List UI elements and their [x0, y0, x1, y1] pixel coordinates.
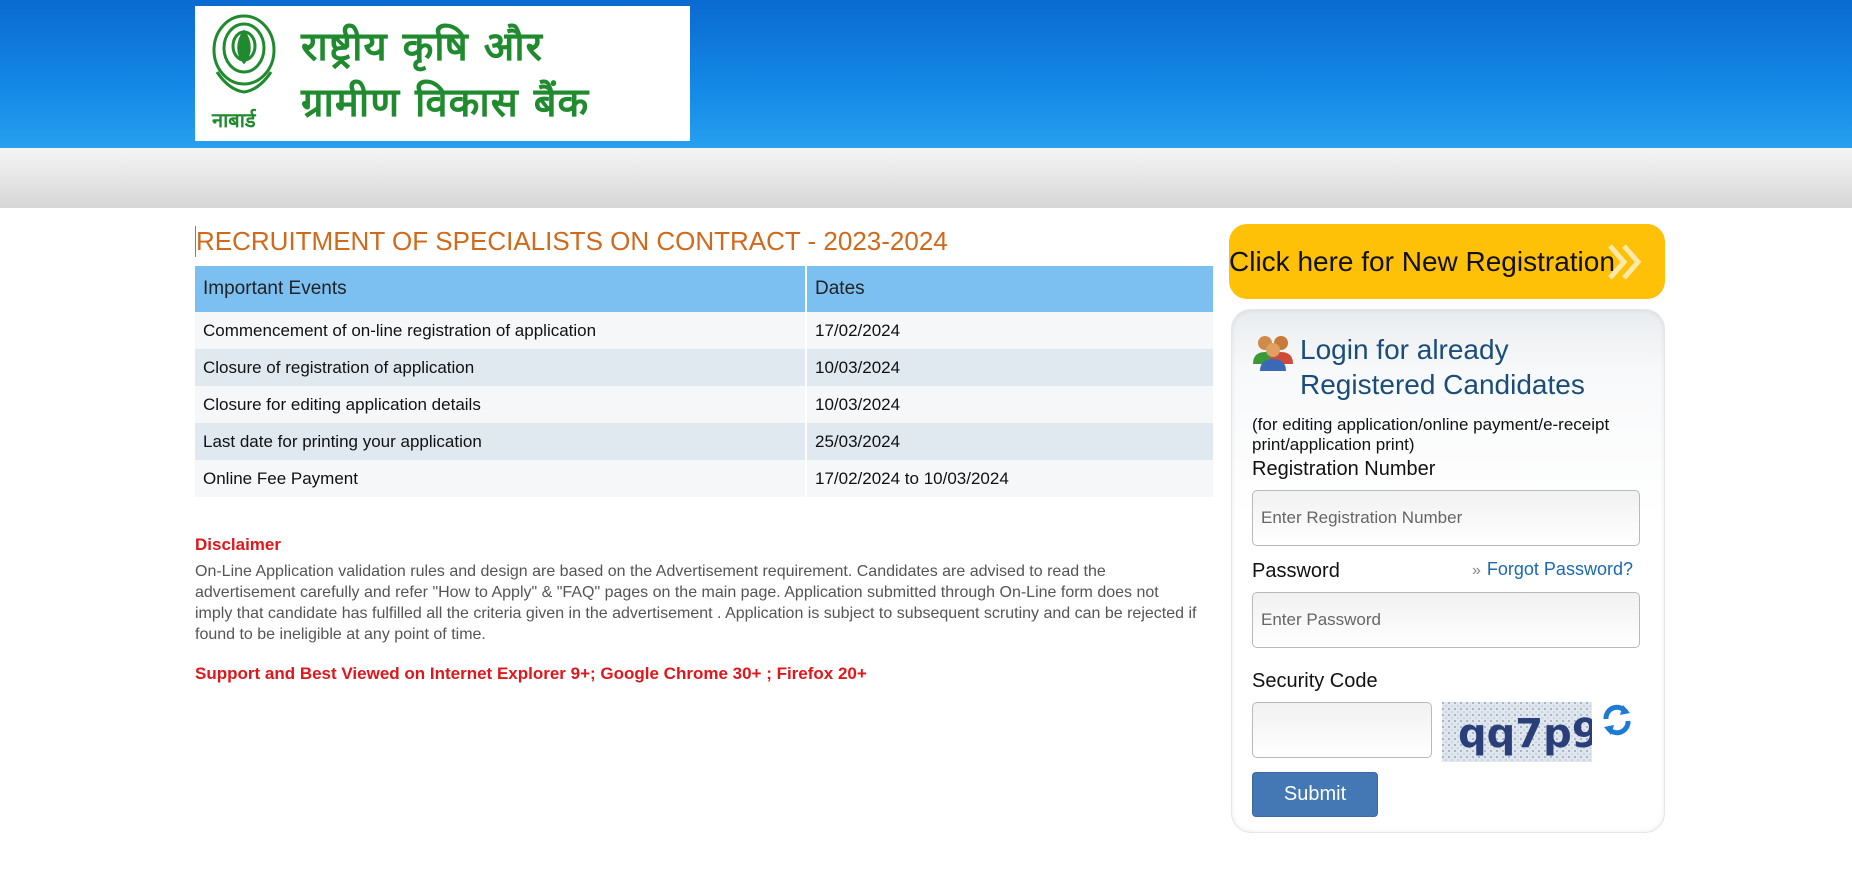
event-name: Closure of registration of application [195, 349, 807, 386]
submit-button[interactable]: Submit [1252, 772, 1378, 817]
refresh-captcha-icon[interactable] [1601, 703, 1633, 737]
login-title: Login for already Registered Candidates [1300, 332, 1640, 402]
users-icon [1253, 336, 1293, 371]
forgot-password-link[interactable]: » Forgot Password? [1472, 559, 1633, 580]
column-header-events: Important Events [195, 266, 807, 312]
double-chevron-right-icon: » [1472, 562, 1481, 579]
security-code-label: Security Code [1252, 670, 1378, 692]
registration-number-label: Registration Number [1252, 458, 1436, 480]
password-label: Password [1252, 560, 1340, 582]
login-panel: Login for already Registered Candidates … [1231, 309, 1665, 833]
disclaimer-text: On-Line Application validation rules and… [195, 563, 1197, 643]
nabard-logo[interactable]: नाबार्ड राष्ट्रीय कृषि और ग्रामीण विकास … [195, 6, 690, 141]
site-header: नाबार्ड राष्ट्रीय कृषि और ग्रामीण विकास … [0, 0, 1852, 148]
double-chevron-right-icon [1608, 244, 1642, 280]
login-subtitle: (for editing application/online payment/… [1252, 415, 1610, 454]
event-date: 17/02/2024 [806, 312, 1215, 349]
login-title-line-1: Login for already [1300, 334, 1509, 365]
login-title-line-2: Registered Candidates [1300, 369, 1585, 400]
page-title: RECRUITMENT OF SPECIALISTS ON CONTRACT -… [195, 226, 948, 257]
registration-number-input[interactable] [1252, 490, 1640, 546]
event-name: Online Fee Payment [195, 460, 807, 497]
table-row: Online Fee Payment 17/02/2024 to 10/03/2… [195, 460, 1215, 497]
nabard-emblem-icon [212, 14, 276, 94]
table-row: Closure for editing application details … [195, 386, 1215, 423]
captcha-image: qq7p9 [1442, 702, 1600, 762]
important-events-table: Important Events Dates Commencement of o… [195, 266, 1215, 497]
column-header-dates: Dates [806, 266, 1215, 312]
event-date: 25/03/2024 [806, 423, 1215, 460]
new-registration-button[interactable]: Click here for New Registration [1229, 224, 1665, 299]
table-row: Last date for printing your application … [195, 423, 1215, 460]
logo-short-name: नाबार्ड [212, 108, 256, 132]
disclaimer-title: Disclaimer [195, 535, 281, 554]
event-name: Last date for printing your application [195, 423, 807, 460]
forgot-password-text: Forgot Password? [1486, 559, 1633, 579]
captcha-text: qq7p9 [1458, 711, 1592, 757]
password-input[interactable] [1252, 592, 1640, 648]
security-code-input[interactable] [1252, 702, 1432, 758]
table-header-row: Important Events Dates [195, 266, 1215, 312]
event-date: 10/03/2024 [806, 386, 1215, 423]
event-date: 10/03/2024 [806, 349, 1215, 386]
browser-support-note: Support and Best Viewed on Internet Expl… [195, 664, 867, 683]
table-row: Closure of registration of application 1… [195, 349, 1215, 386]
event-name: Closure for editing application details [195, 386, 807, 423]
new-registration-label: Click here for New Registration [1229, 246, 1615, 277]
event-name: Commencement of on-line registration of … [195, 312, 807, 349]
nav-bar [0, 148, 1852, 208]
logo-line-2: ग्रामीण विकास बैंक [301, 80, 590, 126]
event-date: 17/02/2024 to 10/03/2024 [806, 460, 1215, 497]
logo-line-1: राष्ट्रीय कृषि और [301, 24, 543, 70]
table-row: Commencement of on-line registration of … [195, 312, 1215, 349]
